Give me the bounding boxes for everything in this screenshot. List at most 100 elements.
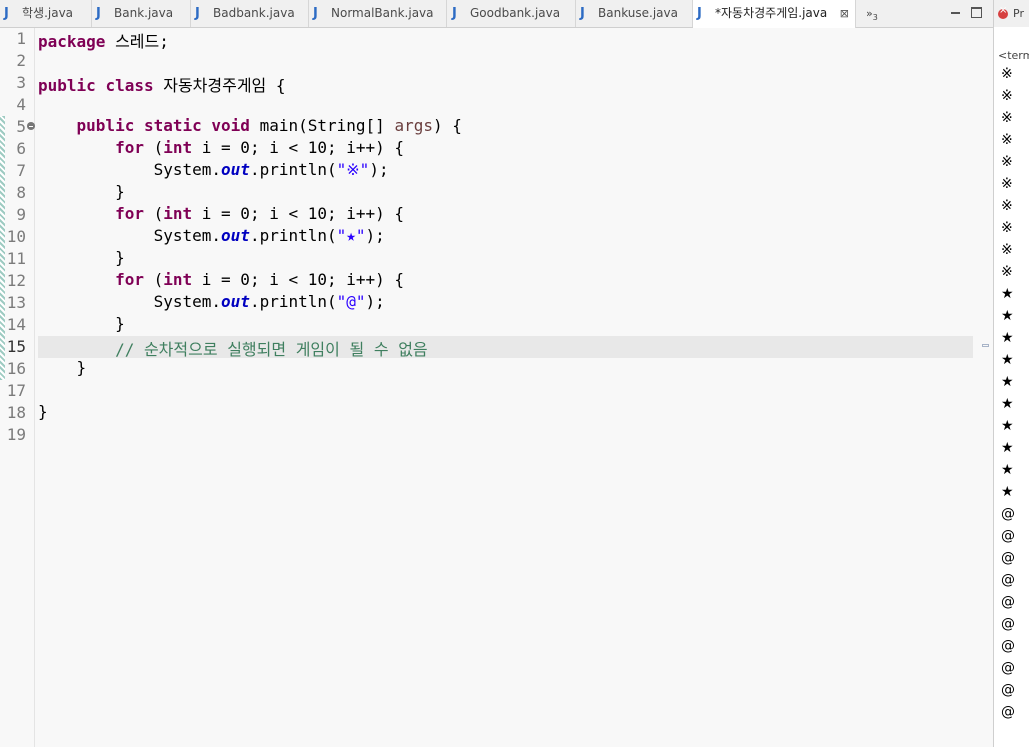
collapse-fold-icon[interactable] — [27, 122, 35, 130]
code-text: ( — [143, 270, 164, 289]
code-keyword: for — [115, 138, 144, 157]
console-output-line: ★ — [1001, 374, 1014, 390]
editor-tab-active[interactable]: J *자동차경주게임.java ⊠ — [693, 0, 856, 28]
code-text: i = 0; i < 10; i++) { — [192, 138, 405, 157]
code-text: ); — [369, 160, 389, 179]
code-keyword: class — [105, 76, 154, 95]
code-keyword: static — [143, 116, 202, 135]
tab-overflow-button[interactable]: »3 — [866, 0, 878, 27]
code-keyword: int — [163, 204, 193, 223]
tab-close-icon[interactable]: ⊠ — [840, 0, 849, 27]
code-text: .println( — [249, 292, 337, 311]
code-keyword: int — [163, 138, 193, 157]
code-line[interactable]: } — [38, 314, 125, 336]
code-keyword: public — [38, 76, 96, 95]
code-static-field: out — [221, 292, 250, 311]
line-number: 17 — [6, 381, 26, 400]
code-static-field: out — [221, 226, 250, 245]
tab-overflow-chevron: » — [866, 7, 873, 20]
console-panel: Pr <term ※ ※ ※ ※ ※ ※ ※ ※ ※ ※ ★ ★ ★ ★ ★ ★ ★ ★ ★ ★ @ @ @ @ @ @ @ @ @ @ — [993, 0, 1029, 747]
line-number: 10 — [6, 227, 26, 246]
code-line[interactable]: public class 자동차경주게임 { — [38, 72, 286, 95]
console-output-line: ★ — [1001, 352, 1014, 368]
console-output-line: @ — [1001, 616, 1015, 632]
editor-tab[interactable]: J NormalBank.java — [309, 0, 447, 27]
code-line[interactable]: for (int i = 0; i < 10; i++) { — [38, 204, 404, 226]
code-line[interactable]: package 스레드; — [38, 28, 169, 51]
code-editor[interactable]: 1 2 3 4 5 6 7 8 9 10 11 12 13 14 15 16 17 18 19 package 스레… — [0, 28, 993, 747]
code-string-literal: "※" — [336, 160, 370, 179]
code-keyword: for — [115, 270, 144, 289]
problems-icon — [998, 5, 1008, 19]
code-text: .println( — [249, 160, 337, 179]
java-file-icon: J — [4, 6, 9, 21]
editor-tab[interactable]: J Bankuse.java — [576, 0, 693, 27]
tab-label: 학생.java — [22, 6, 74, 20]
code-text: } — [38, 248, 125, 267]
code-keyword: int — [163, 270, 193, 289]
code-text: ) { — [432, 116, 462, 135]
editor-tab[interactable]: J Bank.java — [92, 0, 191, 27]
console-view-tab[interactable]: Pr — [994, 0, 1029, 27]
code-line[interactable]: // 순차적으로 실행되면 게임이 될 수 없음 — [38, 336, 428, 359]
console-output-line: ※ — [1001, 198, 1013, 214]
java-file-icon: J — [96, 6, 101, 21]
console-output-line: @ — [1001, 506, 1015, 522]
console-terminated-header: <term — [998, 49, 1029, 62]
code-text: System. — [38, 292, 222, 311]
maximize-button[interactable] — [971, 7, 982, 18]
code-text-area[interactable]: package 스레드; public class 자동차경주게임 { publi… — [38, 28, 973, 747]
java-file-icon: J — [580, 6, 585, 21]
tab-label: Goodbank.java — [470, 6, 561, 20]
line-number: 16 — [6, 359, 26, 378]
tab-label: Bankuse.java — [598, 6, 678, 20]
code-parameter: args — [394, 116, 433, 135]
overview-ruler[interactable] — [973, 28, 993, 747]
console-output-line: ※ — [1001, 66, 1013, 82]
code-line[interactable]: public static void main(String[] args) { — [38, 116, 462, 138]
console-output-line: @ — [1001, 704, 1015, 720]
console-output-line: @ — [1001, 660, 1015, 676]
console-output-line: @ — [1001, 550, 1015, 566]
console-output-line: ★ — [1001, 462, 1014, 478]
console-output-line: ★ — [1001, 396, 1014, 412]
code-line[interactable]: System.out.println("★"); — [38, 226, 385, 248]
code-text: System. — [38, 160, 222, 179]
tab-label: NormalBank.java — [331, 6, 434, 20]
console-output-line: ★ — [1001, 418, 1014, 434]
java-file-icon: J — [697, 6, 702, 21]
editor-tab[interactable]: J Badbank.java — [191, 0, 309, 27]
line-number: 13 — [6, 293, 26, 312]
code-line[interactable]: } — [38, 402, 48, 424]
code-line[interactable]: for (int i = 0; i < 10; i++) { — [38, 138, 404, 160]
code-line[interactable]: } — [38, 358, 87, 380]
code-line[interactable]: } — [38, 248, 125, 270]
editor-tab[interactable]: J Goodbank.java — [448, 0, 576, 27]
console-output-line: @ — [1001, 682, 1015, 698]
ruler-annotation-mark[interactable] — [982, 344, 989, 347]
line-number: 7 — [16, 161, 26, 180]
line-number: 8 — [16, 183, 26, 202]
code-keyword: package — [38, 32, 106, 51]
console-output-line: @ — [1001, 572, 1015, 588]
editor-tab-bar: J 학생.java J Bank.java J Badbank.java J NormalBa… — [0, 0, 993, 28]
editor-tab[interactable]: J 학생.java — [0, 0, 92, 27]
console-output-line: ※ — [1001, 220, 1013, 236]
code-line[interactable]: } — [38, 182, 125, 204]
minimize-button[interactable] — [950, 7, 961, 18]
line-number-gutter: 1 2 3 4 5 6 7 8 9 10 11 12 13 14 15 16 17 18 19 — [0, 28, 35, 747]
java-file-icon: J — [195, 6, 200, 21]
code-line[interactable]: System.out.println("@"); — [38, 292, 385, 314]
code-text: } — [38, 358, 87, 377]
line-number: 1 — [16, 29, 26, 48]
tab-overflow-count: 3 — [872, 13, 878, 23]
code-keyword: void — [211, 116, 250, 135]
line-number: 6 — [16, 139, 26, 158]
code-line[interactable]: for (int i = 0; i < 10; i++) { — [38, 270, 404, 292]
java-file-icon: J — [452, 6, 457, 21]
java-file-icon: J — [313, 6, 318, 21]
code-line[interactable]: System.out.println("※"); — [38, 160, 389, 182]
